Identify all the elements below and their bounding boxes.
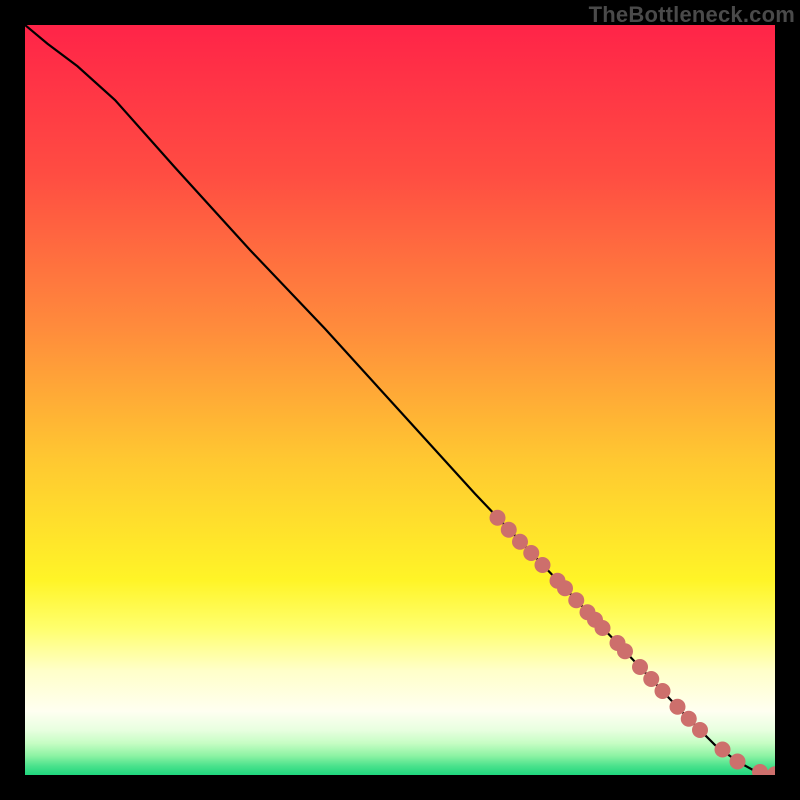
chart-container: TheBottleneck.com xyxy=(0,0,800,800)
heat-gradient xyxy=(25,25,775,775)
watermark-text: TheBottleneck.com xyxy=(589,2,795,28)
plot-area xyxy=(25,25,775,775)
